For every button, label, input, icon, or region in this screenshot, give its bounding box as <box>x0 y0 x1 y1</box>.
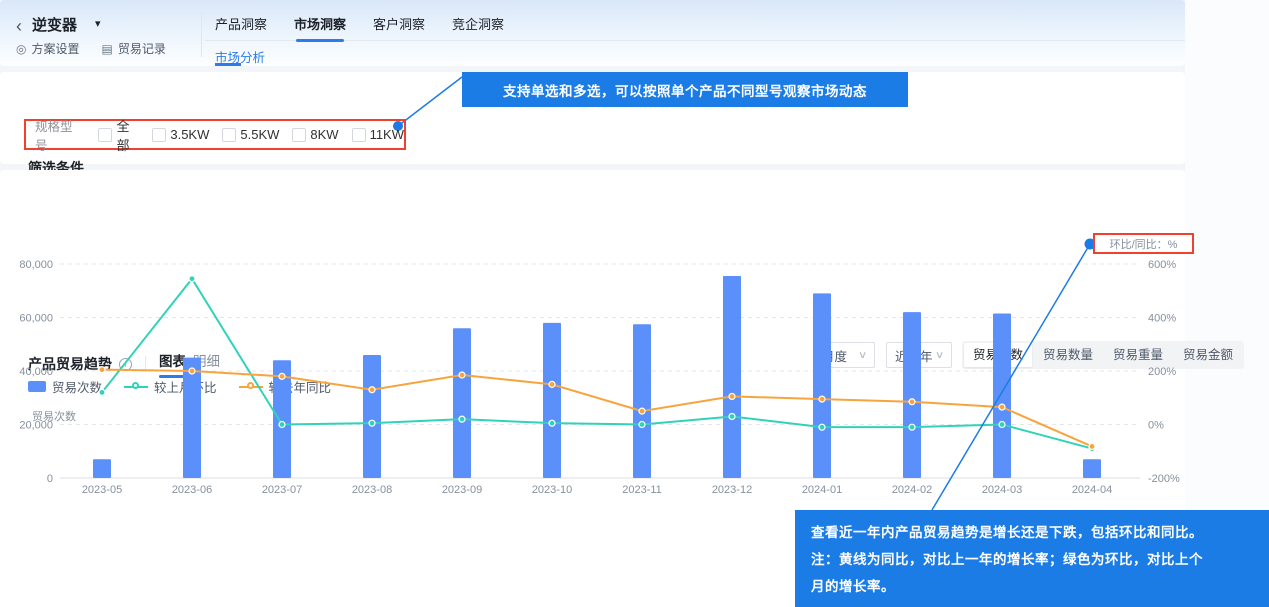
header-divider <box>201 13 202 57</box>
title-divider <box>145 356 146 372</box>
line-swatch-icon <box>239 386 263 388</box>
market-insight-page: ‹ 逆变器 ▾ ◎ 方案设置 ▤ 贸易记录 产品洞察 市场洞察 客户洞察 竞企洞… <box>0 0 1269 607</box>
metric-segmented-control: 贸易次数 贸易数量 贸易重量 贸易金额 <box>962 341 1244 369</box>
document-icon: ▤ <box>102 42 113 56</box>
legend-trade-count[interactable]: 贸易次数 <box>28 377 102 396</box>
checkbox-5-5kw[interactable]: 5.5KW <box>222 127 279 142</box>
checkbox-3-5kw[interactable]: 3.5KW <box>152 127 209 142</box>
checkbox-8kw-label: 8KW <box>310 127 338 142</box>
chevron-down-icon[interactable]: ▾ <box>95 17 101 30</box>
tab-market-insight[interactable]: 市场洞察 <box>294 14 346 42</box>
filter-tip-callout: 支持单选和多选，可以按照单个产品不同型号观察市场动态 <box>462 72 908 107</box>
metric-trade-weight[interactable]: 贸易重量 <box>1104 343 1172 367</box>
trend-tip-callout: 查看近一年内产品贸易趋势是增长还是下跌，包括环比和同比。 注：黄线为同比，对比上… <box>795 510 1269 607</box>
target-icon: ◎ <box>16 42 26 56</box>
legend-mom-label: 较上月环比 <box>154 377 217 396</box>
filter-tip-text: 支持单选和多选，可以按照单个产品不同型号观察市场动态 <box>503 80 867 100</box>
period-select-value: 月度 <box>822 346 847 365</box>
trend-tip-line: 月的增长率。 <box>811 573 1253 600</box>
checkbox-all-label: 全部 <box>116 116 139 154</box>
spec-filter-label: 规格型号 <box>35 116 81 154</box>
period-select[interactable]: 月度 ∨ <box>813 342 875 368</box>
trade-records-label: 贸易记录 <box>118 40 166 57</box>
left-axis-name: 贸易次数 <box>32 408 76 424</box>
checkbox-3-5kw-label: 3.5KW <box>170 127 209 142</box>
info-icon[interactable]: i <box>119 358 132 371</box>
product-name[interactable]: 逆变器 <box>32 14 77 35</box>
metric-trade-quantity[interactable]: 贸易数量 <box>1034 343 1102 367</box>
metric-trade-count[interactable]: 贸易次数 <box>964 343 1032 367</box>
view-tab-chart[interactable]: 图表 <box>159 350 186 378</box>
chart-legend: 贸易次数 较上月环比 较去年同比 <box>28 377 331 396</box>
spec-filter-row: 规格型号 全部 3.5KW 5.5KW 8KW 11KW <box>24 119 406 150</box>
checkbox-8kw[interactable]: 8KW <box>292 127 338 142</box>
tab-competitor-insight[interactable]: 竞企洞察 <box>452 14 504 42</box>
subtab-market-analysis[interactable]: 市场分析 <box>215 47 265 66</box>
chevron-down-icon: ∨ <box>935 350 945 361</box>
checkbox-all[interactable]: 全部 <box>98 116 139 154</box>
quick-menu: ◎ 方案设置 ▤ 贸易记录 <box>16 40 166 57</box>
bar-swatch-icon <box>28 381 46 392</box>
chevron-down-icon: ∨ <box>858 350 868 361</box>
trade-records-button[interactable]: ▤ 贸易记录 <box>102 40 166 57</box>
checkbox-5-5kw-label: 5.5KW <box>240 127 279 142</box>
checkbox-icon[interactable] <box>98 128 112 142</box>
legend-yoy-label: 较去年同比 <box>269 377 332 396</box>
metric-trade-amount[interactable]: 贸易金额 <box>1174 343 1242 367</box>
checkbox-icon[interactable] <box>152 128 166 142</box>
trend-title: 产品贸易趋势 <box>28 354 112 374</box>
back-icon[interactable]: ‹ <box>16 17 22 35</box>
checkbox-icon[interactable] <box>292 128 306 142</box>
plan-settings-button[interactable]: ◎ 方案设置 <box>16 40 80 57</box>
right-axis-name: 环比/同比：% <box>1110 236 1178 252</box>
legend-mom[interactable]: 较上月环比 <box>124 377 217 396</box>
line-swatch-icon <box>124 386 148 388</box>
right-axis-name-annotated: 环比/同比：% <box>1093 233 1194 254</box>
trend-tip-line: 查看近一年内产品贸易趋势是增长还是下跌，包括环比和同比。 <box>811 519 1253 546</box>
tab-product-insight[interactable]: 产品洞察 <box>215 14 267 42</box>
range-select[interactable]: 近一年 ∨ <box>886 342 952 368</box>
plan-settings-label: 方案设置 <box>31 40 79 57</box>
view-tab-detail[interactable]: 明细 <box>193 350 220 378</box>
trend-header: 产品贸易趋势 i 图表 明细 <box>28 350 220 378</box>
legend-yoy[interactable]: 较去年同比 <box>239 377 332 396</box>
checkbox-11kw[interactable]: 11KW <box>352 127 404 142</box>
checkbox-icon[interactable] <box>222 128 236 142</box>
legend-trade-count-label: 贸易次数 <box>52 377 102 396</box>
tab-customer-insight[interactable]: 客户洞察 <box>373 14 425 42</box>
trend-tip-line: 注：黄线为同比，对比上一年的增长率；绿色为环比，对比上个 <box>811 546 1253 573</box>
range-select-value: 近一年 <box>895 346 933 365</box>
checkbox-icon[interactable] <box>352 128 366 142</box>
header-card: ‹ 逆变器 ▾ ◎ 方案设置 ▤ 贸易记录 产品洞察 市场洞察 客户洞察 竞企洞… <box>0 0 1185 66</box>
checkbox-11kw-label: 11KW <box>370 127 404 142</box>
main-tabs: 产品洞察 市场洞察 客户洞察 竞企洞察 <box>215 14 504 42</box>
